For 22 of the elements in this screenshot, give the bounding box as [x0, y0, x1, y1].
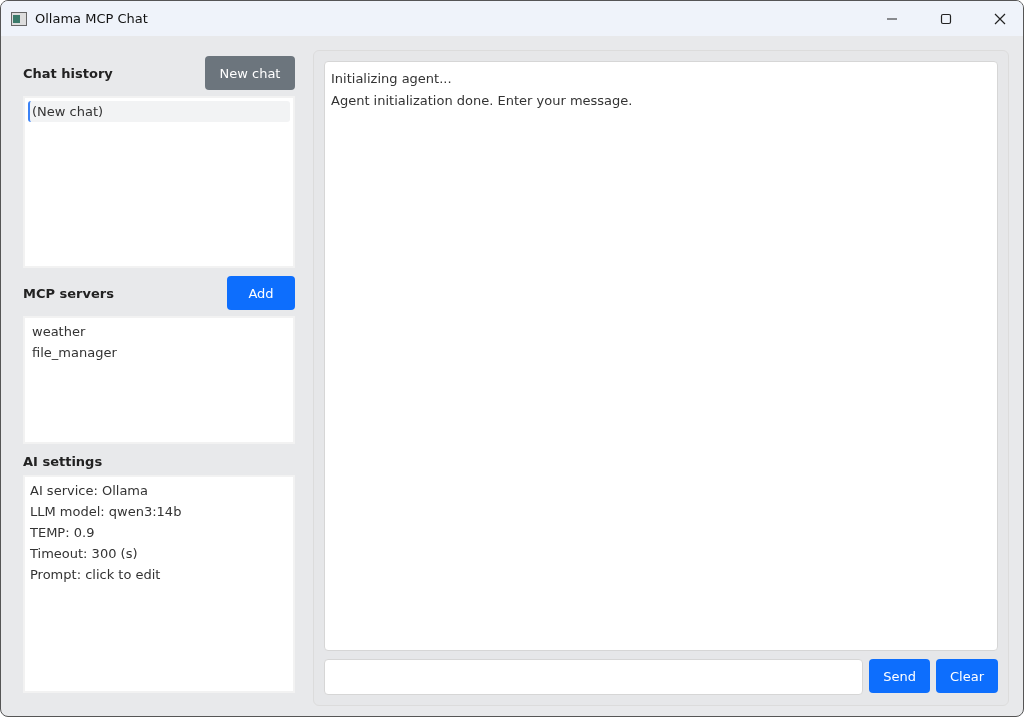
new-chat-button[interactable]: New chat — [205, 56, 295, 90]
list-item[interactable]: (New chat) — [28, 101, 290, 122]
section-title: Chat history — [23, 65, 113, 81]
section-title: MCP servers — [23, 285, 114, 301]
maximize-icon — [940, 12, 952, 25]
clear-button[interactable]: Clear — [936, 659, 998, 693]
list-item[interactable]: weather — [28, 321, 290, 342]
close-icon — [994, 12, 1006, 25]
message-input[interactable] — [324, 659, 864, 695]
setting-line: LLM model: qwen3:14b — [29, 503, 183, 521]
send-button[interactable]: Send — [869, 659, 930, 693]
setting-line: Prompt: click to edit — [29, 566, 162, 584]
app-icon — [11, 11, 27, 26]
add-button[interactable]: Add — [227, 276, 295, 310]
setting-line: Timeout: 300 (s) — [29, 545, 139, 563]
setting-line: TEMP: 0.9 — [29, 524, 96, 542]
list-item[interactable]: file_manager — [28, 342, 290, 363]
log-line: Agent initialization done. Enter your message. — [331, 92, 633, 110]
log-line: Initializing agent... — [331, 70, 452, 88]
section-title: AI settings — [23, 454, 103, 469]
setting-line: AI service: Ollama — [29, 482, 149, 500]
window-title: Ollama MCP Chat — [35, 11, 149, 26]
